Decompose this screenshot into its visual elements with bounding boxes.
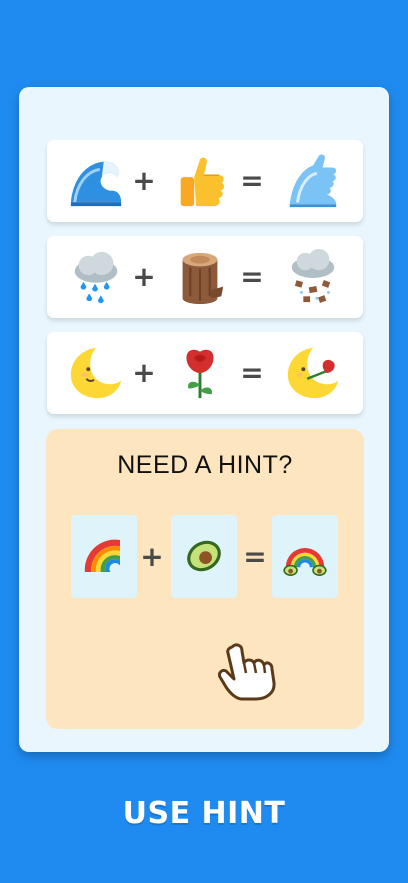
cloud-raining-wood-icon bbox=[291, 248, 335, 303]
avocado-icon bbox=[187, 540, 221, 572]
hint-box: NEED A HINT? + = bbox=[46, 429, 364, 729]
equation-row-3[interactable]: + = bbox=[47, 332, 363, 414]
plus-operator: + bbox=[132, 356, 156, 389]
thumbs-up-icon bbox=[180, 157, 225, 207]
wood-log-icon bbox=[182, 252, 224, 305]
equals-operator: = bbox=[240, 260, 264, 293]
tap-hand-icon bbox=[218, 643, 276, 701]
wave-icon bbox=[70, 161, 122, 207]
equation-row-1[interactable]: + = bbox=[47, 140, 363, 222]
hint-tile-b bbox=[171, 515, 237, 598]
rainbow-icon bbox=[84, 539, 120, 572]
moon-face-with-rose-icon bbox=[287, 347, 339, 399]
hint-tile-result bbox=[272, 515, 338, 598]
puzzle-panel: + = + = + = NEED A HINT? + = bbox=[19, 87, 389, 752]
plus-operator: + bbox=[132, 164, 156, 197]
cloud-with-rain-icon bbox=[74, 251, 118, 304]
rainbow-avocado-icon bbox=[283, 548, 327, 576]
hint-title: NEED A HINT? bbox=[117, 451, 293, 479]
crescent-moon-face-icon bbox=[70, 347, 122, 399]
hint-plus-operator: + bbox=[140, 540, 164, 573]
hint-tile-a bbox=[71, 515, 137, 598]
hint-equals-operator: = bbox=[243, 540, 267, 573]
wave-thumbs-up-icon bbox=[289, 154, 337, 208]
equals-operator: = bbox=[240, 164, 264, 197]
rose-icon bbox=[186, 349, 214, 399]
use-hint-button[interactable]: USE HINT bbox=[0, 796, 408, 831]
equals-operator: = bbox=[240, 356, 264, 389]
equation-row-2[interactable]: + = bbox=[47, 236, 363, 318]
plus-operator: + bbox=[132, 260, 156, 293]
